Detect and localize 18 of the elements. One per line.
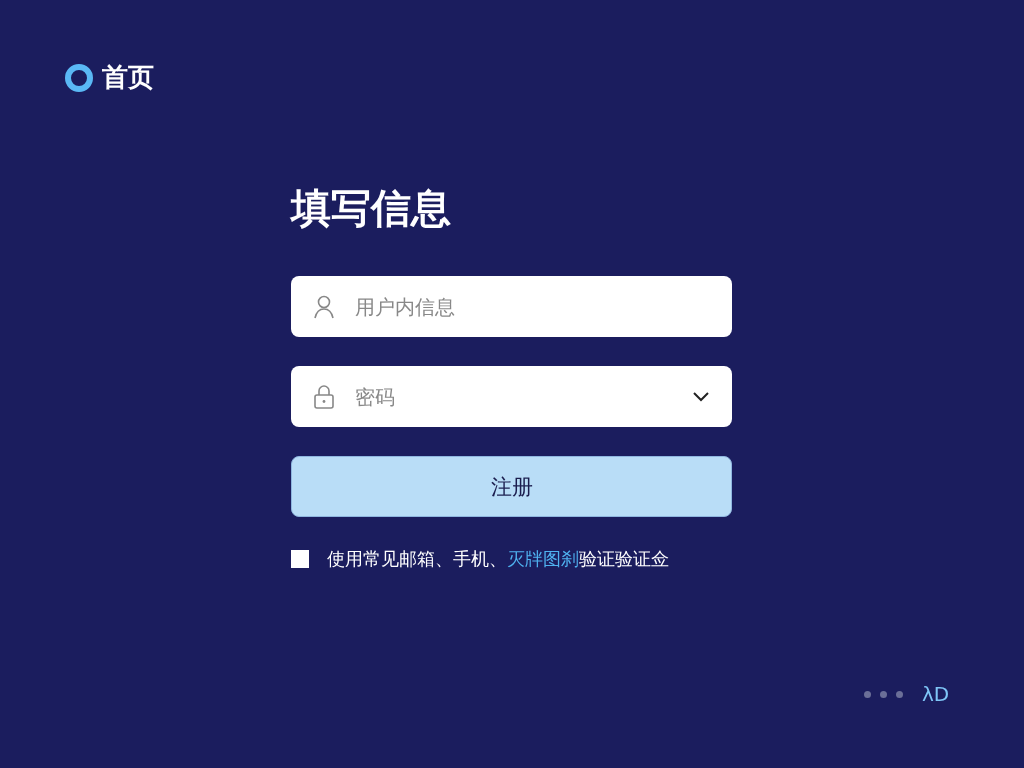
username-input[interactable]: 用户内信息 bbox=[353, 293, 710, 320]
ring-icon bbox=[64, 62, 94, 93]
form-title: 填写信息 bbox=[291, 184, 452, 233]
agreement-link[interactable]: 灭牉图刹 bbox=[507, 548, 579, 569]
footer-label[interactable]: λD bbox=[922, 682, 950, 706]
lock-icon bbox=[313, 383, 335, 410]
home-title[interactable]: 首页 bbox=[102, 60, 154, 95]
input-field[interactable]: 用户内信息 bbox=[291, 276, 732, 337]
agreement-text: 使用常见邮箱、手机、灭牉图刹验证验证佥 bbox=[327, 547, 669, 571]
password-input[interactable]: 密码 bbox=[353, 383, 674, 410]
password-dropdown[interactable]: 密码 bbox=[291, 366, 732, 427]
page-dot[interactable] bbox=[864, 690, 871, 698]
agree-checkbox[interactable] bbox=[291, 550, 309, 568]
chevron-down-icon bbox=[692, 390, 710, 403]
user-icon bbox=[313, 294, 335, 319]
register-button[interactable]: 注册 bbox=[291, 456, 732, 517]
page-dot[interactable] bbox=[880, 690, 887, 698]
page-dot[interactable] bbox=[896, 690, 903, 698]
